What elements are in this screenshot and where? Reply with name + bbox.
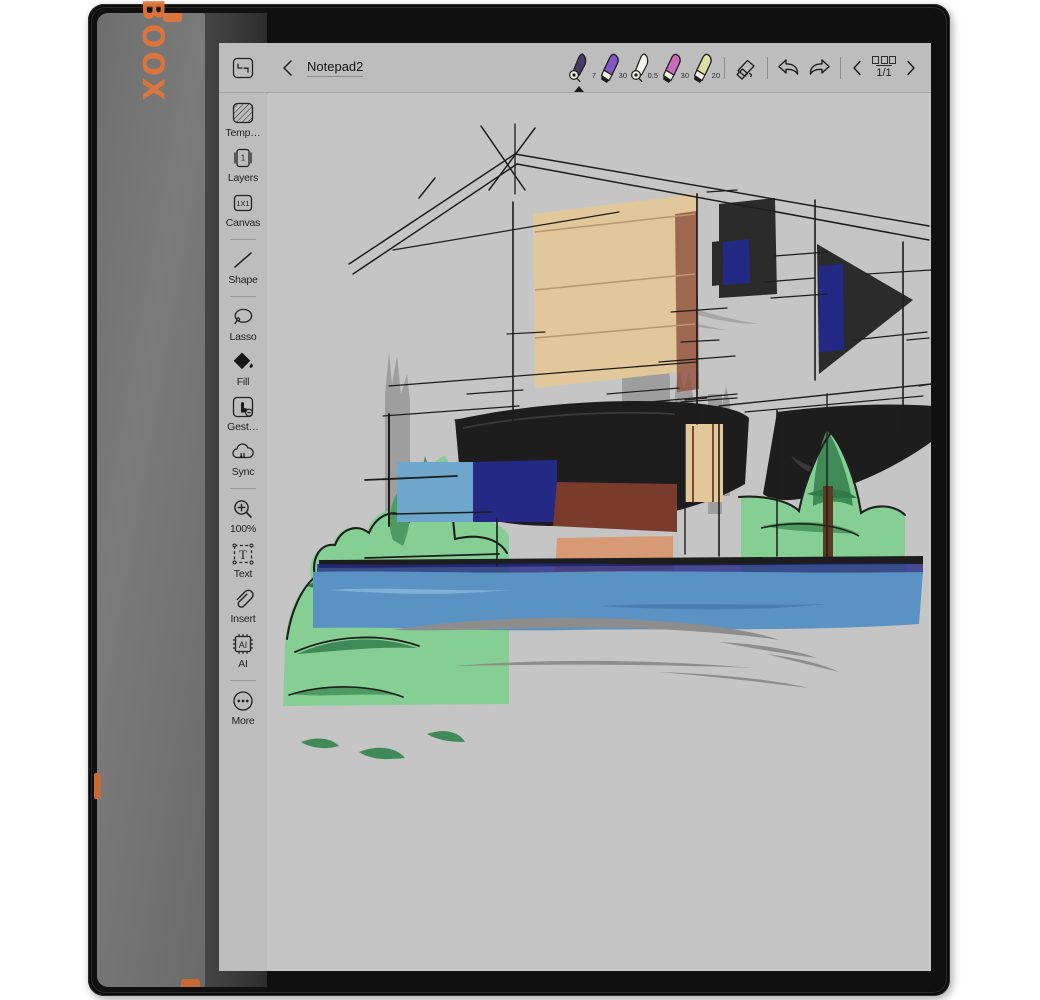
page-grid-icon [872,56,896,64]
sidebar-item-label: Temp… [225,127,261,139]
sidebar-item-ai[interactable]: AI AI [219,631,267,670]
text-icon: T [232,543,254,565]
pen-size-label: 20 [711,70,720,80]
sidebar-item-lasso[interactable]: Lasso [219,304,267,343]
eraser-button[interactable] [731,53,761,83]
pen-tool-marker[interactable]: 30 [594,43,627,93]
eink-screen: Temp… 1 Layers 1X1 Canvas Shape Lasso Fi… [219,43,931,971]
sidebar-item-layers[interactable]: 1 Layers [219,145,267,184]
sidebar-item-zoom[interactable]: 100% [219,496,267,535]
page-indicator: 1/1 [876,65,892,79]
pillar-tan [685,424,723,502]
architectural-sketch [267,94,931,971]
block-brown [553,482,677,532]
pen-tool-fineliner[interactable]: 0.5 [625,43,658,93]
svg-text:AI: AI [239,640,248,650]
eink-device: BOOX Temp… 1 Layers 1X1 Canvas Shape Las… [88,0,950,996]
collapse-panel-icon [232,57,254,78]
ai-icon: AI [232,633,254,655]
sidebar-item-label: Insert [230,613,256,625]
sidebar-item-label: Lasso [229,331,257,343]
accent-stripe-top [163,13,182,22]
sidebar-item-more[interactable]: More [219,688,267,727]
accent-stripe-bottom [181,979,200,987]
svg-text:1: 1 [241,154,246,163]
sidebar-item-template[interactable]: Temp… [219,100,267,139]
sidebar-divider [230,680,256,681]
sidebar-divider [230,239,256,240]
tool-sidebar: Temp… 1 Layers 1X1 Canvas Shape Lasso Fi… [219,43,268,971]
sidebar-item-shape[interactable]: Shape [219,247,267,286]
page-navigation: 1/1 [847,56,921,79]
fill-icon [233,352,253,370]
device-grip-panel: BOOX [94,0,205,987]
glass-blue-right [819,264,844,352]
power-button[interactable] [94,773,101,799]
page-next-chevron-right-icon[interactable] [901,58,921,78]
sidebar-item-label: Canvas [225,217,261,229]
toolbar-divider [840,56,841,79]
sidebar-item-text[interactable]: T Text [219,541,267,580]
sidebar-item-fill[interactable]: Fill [219,349,267,388]
redo-arrow-icon [809,58,830,75]
pen-ballpoint-icon [568,52,586,82]
page-prev-chevron-left-icon[interactable] [847,58,867,78]
toolbar-divider [767,56,768,79]
insert-icon [236,589,254,608]
sidebar-item-label: Shape [228,274,258,286]
sidebar-item-insert[interactable]: Insert [219,586,267,625]
sidebar-item-label: Sync [231,466,255,478]
back-chevron-left-icon[interactable] [277,57,299,79]
sidebar-item-label: 100% [229,523,257,535]
device-inner-frame: BOOX Temp… 1 Layers 1X1 Canvas Shape Las… [91,0,947,993]
sidebar-items: Temp… 1 Layers 1X1 Canvas Shape Lasso Fi… [219,93,267,733]
canvas-icon: 1X1 [233,194,253,212]
pen-tool-group: 7 30 0.5 30 20 [563,43,720,93]
page-indicator-group[interactable]: 1/1 [872,56,896,79]
sidebar-item-gesture[interactable]: Gest… [219,394,267,433]
gesture-icon [232,396,254,418]
pen-tool-ballpoint[interactable]: 7 [563,43,596,93]
sidebar-item-sync[interactable]: Sync [219,439,267,478]
svg-text:1X1: 1X1 [236,199,249,208]
sidebar-divider [230,488,256,489]
template-icon [232,102,254,124]
undo-arrow-icon [778,58,799,75]
redo-button[interactable] [804,53,834,83]
glass-blue-mid [723,239,750,285]
drawing-canvas[interactable] [267,94,931,971]
layers-icon: 1 [234,148,252,168]
document-title[interactable]: Notepad2 [307,59,364,77]
screenshot-root: BOOX Temp… 1 Layers 1X1 Canvas Shape Las… [0,0,1040,1000]
lasso-icon [234,308,253,325]
pen-tool-highlighter[interactable]: 30 [656,43,689,93]
eraser-icon [736,59,755,80]
sidebar-collapse-button[interactable] [219,43,267,93]
top-toolbar: Notepad2 7 30 0.5 30 20 1/1 [267,43,931,93]
sidebar-item-canvas[interactable]: 1X1 Canvas [219,190,267,229]
sidebar-item-label: More [231,715,255,727]
pen-tool-pencil[interactable]: 20 [687,43,720,93]
zoom-icon [234,500,252,518]
shape-icon [234,252,252,268]
sync-icon [232,443,254,459]
more-icon [233,691,253,711]
svg-text:T: T [239,548,247,562]
toolbar-divider [724,56,725,79]
sidebar-item-label: AI [238,658,248,670]
sidebar-item-label: Text [233,568,253,580]
upper-brown-edge [675,211,699,392]
sidebar-item-label: Gest… [227,421,259,433]
undo-button[interactable] [774,53,804,83]
sidebar-item-label: Layers [227,172,259,184]
sidebar-item-label: Fill [236,376,250,388]
sidebar-divider [230,296,256,297]
